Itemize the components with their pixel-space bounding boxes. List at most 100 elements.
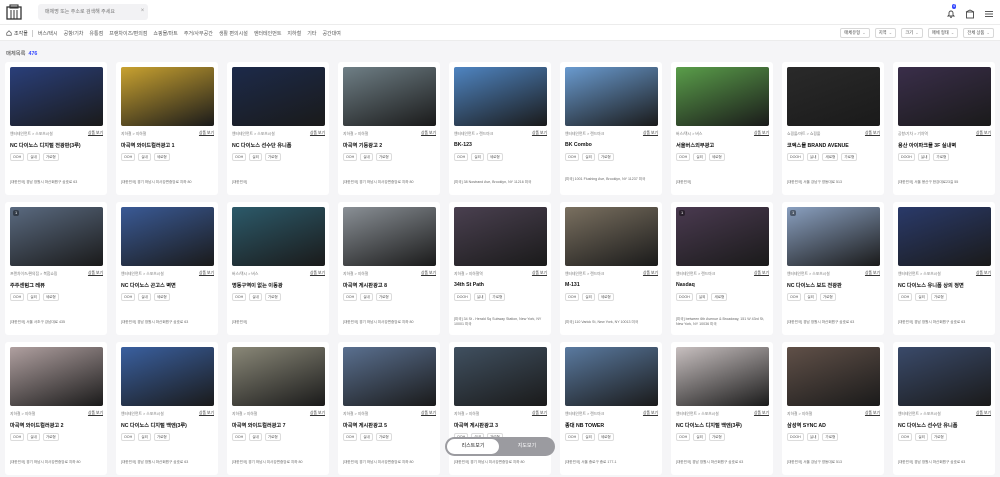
nav-item-7[interactable]: 엔터테인먼트 bbox=[254, 30, 282, 37]
media-thumbnail[interactable] bbox=[343, 207, 436, 266]
filter-dropdown-1[interactable]: 지역 ⌄ bbox=[874, 28, 897, 38]
view-product-link[interactable]: 상품 보기 bbox=[643, 411, 658, 416]
nav-item-4[interactable]: 쇼핑몰/마트 bbox=[153, 30, 177, 37]
media-thumbnail[interactable] bbox=[454, 67, 547, 126]
view-product-link[interactable]: 상품 보기 bbox=[88, 271, 103, 276]
media-card[interactable]: 엔터테인먼트 > 스포츠시설 상품 보기 NC 다이노스 곤고스 벽면 OOH 실내 세로… bbox=[116, 202, 218, 335]
clear-search-icon[interactable]: × bbox=[139, 8, 146, 15]
search-input[interactable] bbox=[38, 4, 148, 20]
media-card[interactable]: 엔터테인먼트 > 랜드마크 상품 보기 M-131 OOH 실외 세로형 [미국] 110 … bbox=[560, 202, 662, 335]
filter-dropdown-0[interactable]: 매체유형 ⌄ bbox=[840, 28, 870, 38]
view-product-link[interactable]: 상품 보기 bbox=[199, 271, 214, 276]
media-card[interactable]: 엔터테인먼트 > 랜드마크 상품 보기 종대 NB TOWER OOH 실외 세로형 [대한… bbox=[560, 342, 662, 475]
nav-item-10[interactable]: 공간대여 bbox=[322, 30, 340, 37]
media-thumbnail[interactable] bbox=[10, 67, 103, 126]
nav-item-2[interactable]: 유통점 bbox=[89, 30, 103, 37]
media-card[interactable]: 엔터테인먼트 > 스포츠시설 상품 보기 NC 다이노스 디지털 백엔(3루) OOH… bbox=[116, 342, 218, 475]
media-thumbnail[interactable] bbox=[232, 347, 325, 406]
media-thumbnail[interactable] bbox=[232, 67, 325, 126]
logo-icon[interactable] bbox=[6, 4, 22, 20]
media-card[interactable]: 지하철 > 지하철 상품 보기 마곡역 게시판광고 8 OOH 실내 가로형 [대한민국] … bbox=[338, 202, 440, 335]
media-card[interactable]: 지하철 > 지하철역 상품 보기 34th St Path DOOH 실내 가로형 [미국]… bbox=[449, 202, 551, 335]
media-card[interactable]: 지하철 > 지하철 상품 보기 마곡역 와이드컬러광고 7 OOH 실내 가로형 [대한민국… bbox=[227, 342, 329, 475]
media-thumbnail[interactable]: 1 bbox=[787, 207, 880, 266]
media-card[interactable]: 지하철 > 지하철 상품 보기 마곡역 기둥광고 2 OOH 실내 가로형 [대한민국] 경… bbox=[338, 62, 440, 195]
view-product-link[interactable]: 상품 보기 bbox=[754, 271, 769, 276]
filter-dropdown-2[interactable]: 크기 ⌄ bbox=[901, 28, 923, 38]
view-product-link[interactable]: 상품 보기 bbox=[754, 411, 769, 416]
nav-item-1[interactable]: 공항/기차 bbox=[64, 30, 84, 37]
nav-item-8[interactable]: 지하철 bbox=[287, 30, 301, 37]
media-thumbnail[interactable] bbox=[10, 347, 103, 406]
media-card[interactable]: 지하철 > 지하철 상품 보기 마곡역 게시판광고 5 OOH 실내 가로형 [대한민국] … bbox=[338, 342, 440, 475]
media-thumbnail[interactable] bbox=[676, 347, 769, 406]
media-card[interactable]: 엔터테인먼트 > 스포츠시설 상품 보기 NC 다이노스 유니폼 상의 정면 OOH 실… bbox=[893, 202, 995, 335]
map-view-button[interactable]: 지도보기 bbox=[501, 439, 553, 454]
media-card[interactable]: 지하철 > 지하철 상품 보기 마곡역 와이드컬러광고 1 OOH 실내 세로형 [대한민국… bbox=[116, 62, 218, 195]
media-thumbnail[interactable] bbox=[232, 207, 325, 266]
view-product-link[interactable]: 상품 보기 bbox=[865, 411, 880, 416]
media-card[interactable]: 버스/택시 > 버스 상품 보기 서울버스외부광고 OOH 실외 세로형 [대한민국] bbox=[671, 62, 773, 195]
nav-home[interactable]: 조각몰 bbox=[6, 30, 28, 37]
media-thumbnail[interactable] bbox=[787, 67, 880, 126]
media-card[interactable]: 1 엔터테인먼트 > 스포츠시설 상품 보기 NC 다이노스 보드 전광판 OOH 실외 가… bbox=[782, 202, 884, 335]
nav-item-3[interactable]: 프랜차이즈/편의점 bbox=[109, 30, 147, 37]
media-card[interactable]: 지하철 > 지하철 상품 보기 삼성역 SYNC AD DOOH 실내 가로형 [대한민국]… bbox=[782, 342, 884, 475]
media-card[interactable]: 엔터테인먼트 > 스포츠시설 상품 보기 NC 다이노스 선수단 유니폼 OOH 실외 가… bbox=[227, 62, 329, 195]
media-card[interactable]: 엔터테인먼트 > 스포츠시설 상품 보기 NC 다이노스 디지털 전광판(3루) OO… bbox=[5, 62, 107, 195]
view-product-link[interactable]: 상품 보기 bbox=[199, 131, 214, 136]
media-thumbnail[interactable] bbox=[565, 347, 658, 406]
view-product-link[interactable]: 상품 보기 bbox=[310, 271, 325, 276]
nav-item-9[interactable]: 기타 bbox=[307, 30, 316, 37]
media-thumbnail[interactable] bbox=[676, 67, 769, 126]
view-product-link[interactable]: 상품 보기 bbox=[310, 131, 325, 136]
media-card[interactable]: 1 엔터테인먼트 > 랜드마크 상품 보기 Nasdaq DOOH 실외 세로형 [미국] b… bbox=[671, 202, 773, 335]
menu-button[interactable] bbox=[984, 6, 994, 17]
view-product-link[interactable]: 상품 보기 bbox=[643, 131, 658, 136]
view-product-link[interactable]: 상품 보기 bbox=[310, 411, 325, 416]
view-product-link[interactable]: 상품 보기 bbox=[421, 131, 436, 136]
store-button[interactable] bbox=[965, 6, 975, 19]
view-product-link[interactable]: 상품 보기 bbox=[88, 131, 103, 136]
media-card[interactable]: 엔터테인먼트 > 스포츠시설 상품 보기 NC 다이노스 디지털 백엔(3루) OOH… bbox=[671, 342, 773, 475]
media-thumbnail[interactable] bbox=[898, 207, 991, 266]
media-thumbnail[interactable] bbox=[898, 67, 991, 126]
view-product-link[interactable]: 상품 보기 bbox=[421, 271, 436, 276]
media-thumbnail[interactable] bbox=[565, 207, 658, 266]
media-thumbnail[interactable]: 1 bbox=[10, 207, 103, 266]
nav-item-0[interactable]: 버스/택시 bbox=[38, 30, 58, 37]
filter-dropdown-4[interactable]: 전체 상품 ⌄ bbox=[963, 28, 994, 38]
media-thumbnail[interactable] bbox=[898, 347, 991, 406]
view-product-link[interactable]: 상품 보기 bbox=[865, 131, 880, 136]
media-card[interactable]: 1 프랜차이즈/편의점 > 복합쇼핑 상품 보기 주주센텀그 레뷰 OOH 실외 세로형 [대… bbox=[5, 202, 107, 335]
view-product-link[interactable]: 상품 보기 bbox=[532, 131, 547, 136]
media-card[interactable]: 지하철 > 지하철 상품 보기 마곡역 와이드컬러광고 2 OOH 실내 가로형 [대한민국… bbox=[5, 342, 107, 475]
view-product-link[interactable]: 상품 보기 bbox=[532, 411, 547, 416]
filter-dropdown-3[interactable]: 매체 형태 ⌄ bbox=[927, 28, 959, 38]
view-product-link[interactable]: 상품 보기 bbox=[976, 131, 991, 136]
media-thumbnail[interactable] bbox=[121, 207, 214, 266]
nav-item-6[interactable]: 생활 편의시설 bbox=[219, 30, 248, 37]
view-product-link[interactable]: 상품 보기 bbox=[976, 271, 991, 276]
media-thumbnail[interactable] bbox=[565, 67, 658, 126]
media-thumbnail[interactable] bbox=[121, 347, 214, 406]
media-thumbnail[interactable] bbox=[343, 67, 436, 126]
list-view-button[interactable]: 리스트보기 bbox=[447, 439, 499, 454]
notification-button[interactable]: 4 bbox=[946, 4, 956, 19]
media-thumbnail[interactable] bbox=[454, 207, 547, 266]
view-product-link[interactable]: 상품 보기 bbox=[421, 411, 436, 416]
view-product-link[interactable]: 상품 보기 bbox=[199, 411, 214, 416]
view-product-link[interactable]: 상품 보기 bbox=[976, 411, 991, 416]
media-card[interactable]: 엔터테인먼트 > 랜드마크 상품 보기 BK Combo OOH 실외 가로형 [미국] 1… bbox=[560, 62, 662, 195]
media-card[interactable]: 공항/기차 > 기차역 상품 보기 용산 아이파크몰 3F 실내벽 DOOH 실내 가로형… bbox=[893, 62, 995, 195]
view-product-link[interactable]: 상품 보기 bbox=[532, 271, 547, 276]
media-thumbnail[interactable] bbox=[343, 347, 436, 406]
media-card[interactable]: 엔터테인먼트 > 랜드마크 상품 보기 BK-123 OOH 실외 세로형 [미국] 38 … bbox=[449, 62, 551, 195]
media-thumbnail[interactable] bbox=[121, 67, 214, 126]
media-card[interactable]: 쇼핑몰/마트 > 쇼핑몰 상품 보기 코엑스몰 BRAND AVENUE DOOH 실내… bbox=[782, 62, 884, 195]
view-product-link[interactable]: 상품 보기 bbox=[88, 411, 103, 416]
media-card[interactable]: 엔터테인먼트 > 스포츠시설 상품 보기 NC 다이노스 선수단 유니폼 OOH 실외 가… bbox=[893, 342, 995, 475]
nav-item-5[interactable]: 주거/사무공간 bbox=[184, 30, 213, 37]
view-product-link[interactable]: 상품 보기 bbox=[754, 131, 769, 136]
media-thumbnail[interactable] bbox=[787, 347, 880, 406]
